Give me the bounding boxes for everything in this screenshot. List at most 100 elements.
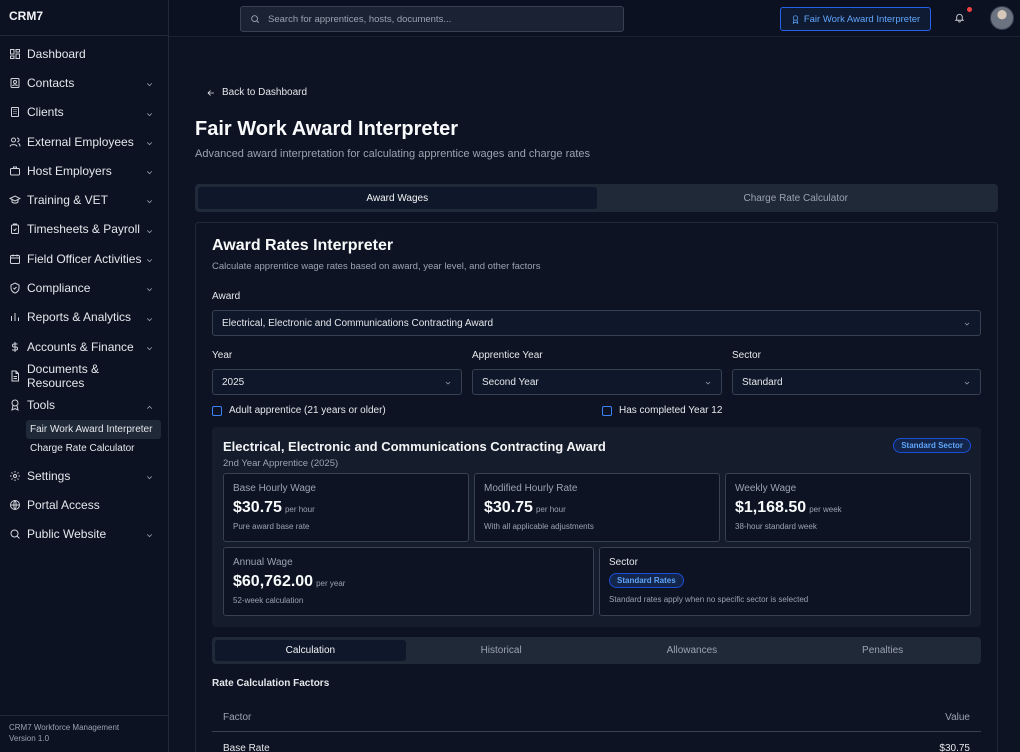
chevron-down-icon (145, 254, 154, 263)
sidebar-item-label: Compliance (27, 281, 91, 296)
sidebar-item-field-officer[interactable]: Field Officer Activities (0, 244, 168, 273)
sidebar-item-portal-access[interactable]: Portal Access (0, 490, 168, 519)
search-bar[interactable] (240, 6, 624, 32)
chevron-down-icon (445, 381, 451, 385)
year12-checkbox[interactable]: Has completed Year 12 (602, 405, 722, 416)
chevron-down-icon (145, 342, 154, 351)
card-title: Award Rates Interpreter (212, 237, 394, 254)
stat-note: 52-week calculation (233, 596, 304, 605)
sidebar-item-host-employers[interactable]: Host Employers (0, 156, 168, 185)
adult-apprentice-label: Adult apprentice (21 years or older) (229, 405, 386, 416)
sidebar-item-label: Accounts & Finance (27, 339, 134, 354)
tab-allowances[interactable]: Allowances (597, 640, 788, 661)
sidebar-item-label: Host Employers (27, 163, 112, 178)
stat-amount: $60,762.00 (233, 573, 314, 590)
sidebar-item-training[interactable]: Training & VET (0, 185, 168, 214)
stat-note: Standard rates apply when no specific se… (609, 595, 809, 604)
sidebar-item-reports[interactable]: Reports & Analytics (0, 303, 168, 332)
award-icon (9, 399, 21, 412)
apprentice-year-select[interactable]: Second Year (472, 369, 722, 395)
sector-select[interactable]: Standard (732, 369, 981, 395)
sidebar-item-dashboard[interactable]: Dashboard (0, 39, 168, 68)
sidebar-item-compliance[interactable]: Compliance (0, 273, 168, 302)
year-select[interactable]: 2025 (212, 369, 462, 395)
stat-unit: per week (809, 505, 842, 514)
stat-note: With all applicable adjustments (484, 522, 594, 531)
modified-hourly-card: Modified Hourly Rate $30.75 per hour With… (474, 473, 720, 542)
award-select[interactable]: Electrical, Electronic and Communication… (212, 310, 981, 336)
graduation-cap-icon (9, 194, 21, 206)
page-tabs: Award Wages Charge Rate Calculator (195, 184, 998, 212)
award-select-value: Electrical, Electronic and Communication… (222, 317, 494, 329)
submenu-item-charge-rate[interactable]: Charge Rate Calculator (26, 439, 161, 458)
sidebar-item-label: Contacts (27, 75, 75, 90)
back-link[interactable]: Back to Dashboard (206, 87, 307, 98)
sidebar-item-label: Clients (27, 105, 64, 120)
chevron-down-icon (145, 313, 154, 322)
tab-historical[interactable]: Historical (406, 640, 597, 661)
checkbox-box[interactable] (212, 405, 222, 416)
avatar[interactable] (990, 6, 1014, 30)
sidebar-item-label: Portal Access (27, 497, 100, 512)
chevron-down-icon (145, 529, 154, 538)
arrow-left-icon (207, 89, 214, 96)
factor-name: Base Rate (223, 743, 270, 752)
dollar-icon (9, 341, 21, 353)
brand-logo[interactable]: CRM7 (0, 0, 168, 36)
year12-label: Has completed Year 12 (619, 405, 723, 416)
topbar: Fair Work Award Interpreter (169, 0, 1020, 37)
calculation-tabs: Calculation Historical Allowances Penalt… (212, 637, 981, 664)
chevron-down-icon (145, 108, 154, 117)
chevron-down-icon (145, 225, 154, 234)
sidebar-item-label: Dashboard (27, 46, 86, 61)
sidebar-item-settings[interactable]: Settings (0, 461, 168, 490)
sidebar-item-timesheets[interactable]: Timesheets & Payroll (0, 215, 168, 244)
users-icon (9, 136, 21, 148)
adult-apprentice-checkbox[interactable]: Adult apprentice (21 years or older) (212, 405, 386, 416)
clipboard-icon (9, 223, 21, 235)
stat-label: Sector (609, 557, 638, 568)
sidebar-item-contacts[interactable]: Contacts (0, 68, 168, 97)
tools-submenu: Fair Work Award Interpreter Charge Rate … (0, 419, 168, 461)
summary-title: Electrical, Electronic and Communication… (223, 439, 606, 454)
chevron-down-icon (145, 137, 154, 146)
sidebar-item-external-employees[interactable]: External Employees (0, 127, 168, 156)
checkbox-box[interactable] (602, 405, 612, 416)
notifications-button[interactable] (954, 7, 972, 24)
card-subtitle: Calculate apprentice wage rates based on… (212, 261, 541, 272)
sidebar-item-accounts[interactable]: Accounts & Finance (0, 332, 168, 361)
year-select-value: 2025 (222, 376, 245, 388)
stat-value: $60,762.00 per year (233, 573, 345, 591)
sector-badge: Standard Sector (893, 438, 971, 453)
shield-check-icon (9, 282, 21, 294)
stat-unit: per hour (284, 505, 315, 514)
stat-amount: $30.75 (233, 499, 282, 516)
building-icon (9, 106, 21, 118)
tab-penalties[interactable]: Penalties (787, 640, 978, 661)
stat-value: $30.75 per hour (233, 499, 315, 517)
sidebar-item-clients[interactable]: Clients (0, 98, 168, 127)
submenu-item-fair-work[interactable]: Fair Work Award Interpreter (26, 419, 161, 439)
footer-app-name: CRM7 Workforce Management (9, 723, 120, 732)
chevron-down-icon (145, 283, 154, 292)
search-input[interactable] (268, 13, 608, 25)
chevron-down-icon (145, 166, 154, 175)
tab-calculation[interactable]: Calculation (215, 640, 406, 661)
tab-charge-rate-calculator[interactable]: Charge Rate Calculator (597, 187, 996, 209)
award-rates-card: Award Rates Interpreter Calculate appren… (195, 222, 998, 752)
stat-value: $30.75 per hour (484, 499, 566, 517)
gear-icon (9, 470, 21, 482)
factors-title: Rate Calculation Factors (212, 678, 330, 689)
notification-dot (967, 7, 972, 12)
sidebar-item-public-website[interactable]: Public Website (0, 519, 168, 548)
sidebar-item-documents[interactable]: Documents & Resources (0, 361, 168, 390)
tab-award-wages[interactable]: Award Wages (198, 187, 597, 209)
stat-label: Annual Wage (233, 557, 293, 568)
apprentice-year-value: Second Year (482, 376, 539, 388)
chevron-down-icon (145, 471, 154, 480)
sidebar-item-tools[interactable]: Tools (0, 391, 168, 420)
document-icon (9, 370, 21, 382)
fair-work-button[interactable]: Fair Work Award Interpreter (780, 7, 931, 31)
stat-note: Pure award base rate (233, 522, 310, 531)
sector-card: Sector Standard Rates Standard rates app… (599, 547, 971, 616)
